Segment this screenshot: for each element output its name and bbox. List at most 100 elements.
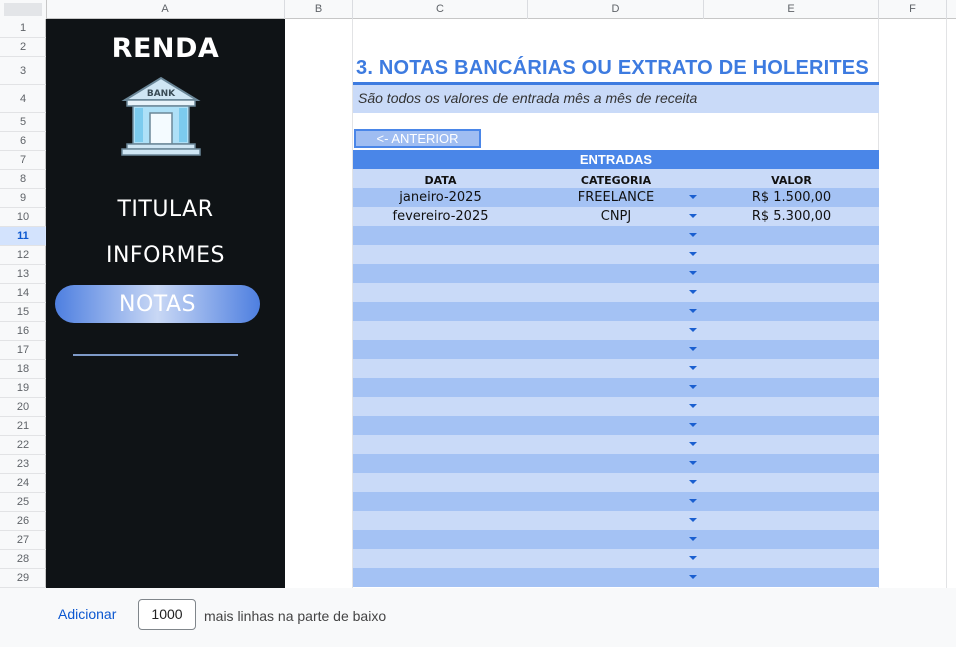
cell-data[interactable] [353, 492, 528, 511]
cell-categoria[interactable] [528, 549, 704, 568]
rows-count-input[interactable]: 1000 [138, 599, 196, 630]
cell-categoria[interactable] [528, 568, 704, 587]
cell-categoria[interactable] [528, 359, 704, 378]
row-header[interactable]: 21 [0, 417, 46, 436]
cell-valor[interactable] [704, 511, 879, 530]
row-header[interactable]: 11 [0, 227, 46, 246]
dropdown-arrow-icon[interactable] [689, 290, 697, 294]
row-header[interactable]: 2 [0, 38, 46, 57]
column-header-d[interactable]: D [528, 0, 704, 19]
row-header[interactable]: 26 [0, 512, 46, 531]
cell-data[interactable] [353, 473, 528, 492]
cell-valor[interactable] [704, 530, 879, 549]
row-header[interactable]: 14 [0, 284, 46, 303]
row-header[interactable]: 28 [0, 550, 46, 569]
row-header[interactable]: 4 [0, 85, 46, 113]
cell-categoria[interactable] [528, 397, 704, 416]
cell-valor[interactable] [704, 283, 879, 302]
cell-valor[interactable] [704, 435, 879, 454]
cell-valor[interactable] [704, 454, 879, 473]
dropdown-arrow-icon[interactable] [689, 385, 697, 389]
cell-data[interactable] [353, 435, 528, 454]
cell-categoria[interactable] [528, 530, 704, 549]
add-rows-button[interactable]: Adicionar [58, 606, 116, 622]
previous-button[interactable]: <- ANTERIOR [354, 129, 481, 148]
cell-data[interactable] [353, 416, 528, 435]
dropdown-arrow-icon[interactable] [689, 233, 697, 237]
row-header[interactable]: 29 [0, 569, 46, 588]
column-header-b[interactable]: B [285, 0, 353, 19]
cell-valor[interactable] [704, 492, 879, 511]
row-header[interactable]: 15 [0, 303, 46, 322]
row-header[interactable]: 27 [0, 531, 46, 550]
cell-data[interactable] [353, 549, 528, 568]
cell-valor[interactable] [704, 359, 879, 378]
column-header-a[interactable]: A [46, 0, 285, 19]
column-header-f[interactable]: F [879, 0, 947, 19]
cell-data[interactable] [353, 302, 528, 321]
row-header[interactable]: 8 [0, 170, 46, 189]
cell-categoria[interactable]: FREELANCE [528, 188, 704, 207]
cell-valor[interactable] [704, 321, 879, 340]
cell-data[interactable] [353, 511, 528, 530]
row-header[interactable]: 1 [0, 19, 46, 38]
cell-categoria[interactable] [528, 340, 704, 359]
cell-data[interactable] [353, 283, 528, 302]
cell-categoria[interactable] [528, 264, 704, 283]
cell-valor[interactable]: R$ 5.300,00 [704, 207, 879, 226]
dropdown-arrow-icon[interactable] [689, 347, 697, 351]
dropdown-arrow-icon[interactable] [689, 309, 697, 313]
cell-valor[interactable] [704, 264, 879, 283]
dropdown-arrow-icon[interactable] [689, 423, 697, 427]
row-header[interactable]: 19 [0, 379, 46, 398]
cell-categoria[interactable] [528, 454, 704, 473]
row-header[interactable]: 9 [0, 189, 46, 208]
dropdown-arrow-icon[interactable] [689, 537, 697, 541]
dropdown-arrow-icon[interactable] [689, 404, 697, 408]
row-header[interactable]: 24 [0, 474, 46, 493]
cell-data[interactable] [353, 245, 528, 264]
row-header[interactable]: 12 [0, 246, 46, 265]
row-header[interactable]: 3 [0, 57, 46, 85]
dropdown-arrow-icon[interactable] [689, 461, 697, 465]
cell-valor[interactable] [704, 416, 879, 435]
cell-valor[interactable] [704, 245, 879, 264]
cell-data[interactable] [353, 321, 528, 340]
column-header-e[interactable]: E [704, 0, 879, 19]
dropdown-arrow-icon[interactable] [689, 442, 697, 446]
row-header[interactable]: 5 [0, 113, 46, 132]
cell-valor[interactable]: R$ 1.500,00 [704, 188, 879, 207]
row-header[interactable]: 13 [0, 265, 46, 284]
cell-categoria[interactable] [528, 321, 704, 340]
cell-data[interactable] [353, 340, 528, 359]
cell-valor[interactable] [704, 340, 879, 359]
row-header[interactable]: 6 [0, 132, 46, 151]
cell-valor[interactable] [704, 302, 879, 321]
row-header[interactable]: 10 [0, 208, 46, 227]
cell-valor[interactable] [704, 549, 879, 568]
cell-valor[interactable] [704, 568, 879, 587]
cell-categoria[interactable] [528, 283, 704, 302]
dropdown-arrow-icon[interactable] [689, 366, 697, 370]
cell-data[interactable] [353, 454, 528, 473]
cell-data[interactable] [353, 264, 528, 283]
cell-data[interactable] [353, 359, 528, 378]
cell-categoria[interactable]: CNPJ [528, 207, 704, 226]
cell-data[interactable]: janeiro-2025 [353, 188, 528, 207]
sidebar-item-notas[interactable]: NOTAS [55, 285, 260, 323]
dropdown-arrow-icon[interactable] [689, 271, 697, 275]
dropdown-arrow-icon[interactable] [689, 480, 697, 484]
select-all-corner[interactable] [0, 0, 47, 19]
cell-categoria[interactable] [528, 226, 704, 245]
row-header[interactable]: 20 [0, 398, 46, 417]
cell-data[interactable] [353, 378, 528, 397]
row-header[interactable]: 23 [0, 455, 46, 474]
row-header[interactable]: 22 [0, 436, 46, 455]
cell-categoria[interactable] [528, 302, 704, 321]
cell-data[interactable] [353, 530, 528, 549]
row-header[interactable]: 16 [0, 322, 46, 341]
cell-categoria[interactable] [528, 245, 704, 264]
dropdown-arrow-icon[interactable] [689, 556, 697, 560]
cell-categoria[interactable] [528, 435, 704, 454]
dropdown-arrow-icon[interactable] [689, 252, 697, 256]
